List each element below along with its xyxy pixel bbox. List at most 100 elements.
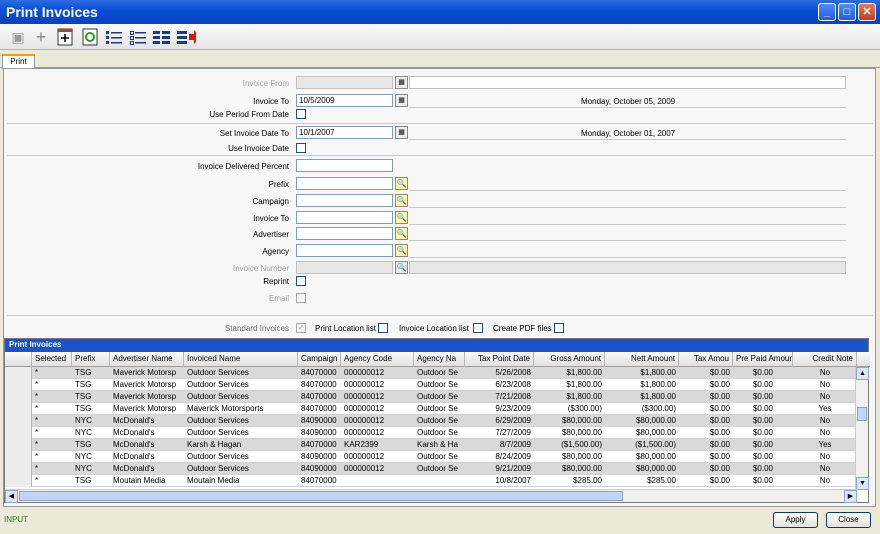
export-icon[interactable] [176,27,196,47]
table-row[interactable]: * TSG Maverick Motorsp Outdoor Services 8407… [5,379,857,391]
table-row[interactable]: * NYC McDonald's Outdoor Services 84090000 00… [5,451,857,463]
table-cell: 000000012 [344,464,385,473]
invoice-to-filter-field[interactable] [296,211,393,224]
table-cell: * [35,392,39,401]
row-header[interactable] [5,427,32,439]
table-cell: 000000012 [344,428,385,437]
calendar-icon[interactable]: ▦ [395,94,408,107]
table-row[interactable]: * NYC McDonald's Outdoor Services 84090000 00… [5,427,857,439]
table-row[interactable]: * TSG Maverick Motorsp Maverick Motorsports… [5,403,857,415]
new-document-icon[interactable] [55,27,75,47]
minimize-button[interactable]: _ [818,3,836,21]
search-icon[interactable]: 🔍 [395,211,408,224]
use-period-checkbox[interactable] [296,109,306,119]
search-icon: 🔍 [395,261,408,274]
columns-icon[interactable] [152,27,172,47]
create-pdf-checkbox[interactable] [554,323,564,333]
row-header[interactable] [5,439,32,451]
table-row[interactable]: * TSG Maverick Motorsp Outdoor Services 8407… [5,367,857,379]
list-outline-icon[interactable] [128,27,148,47]
use-invoice-date-checkbox[interactable] [296,143,306,153]
calendar-icon[interactable]: ▦ [395,76,408,89]
table-cell: * [35,380,39,389]
column-header[interactable]: Campaign [298,352,341,367]
column-header[interactable]: Nett Amount [605,352,679,367]
table-cell: 000000012 [344,392,385,401]
row-header[interactable] [5,463,32,475]
close-window-button[interactable]: ✕ [858,3,876,21]
set-invoice-date-field[interactable]: 10/1/2007 [296,126,393,139]
search-icon[interactable]: 🔍 [395,227,408,240]
table-row[interactable]: * NYC McDonald's Outdoor Services 84090000 00… [5,463,857,475]
table-row[interactable]: * TSG McDonald's Karsh & Hagan 84070000 KAR23… [5,439,857,451]
scroll-thumb[interactable] [19,491,623,501]
table-cell: No [819,428,831,437]
scroll-left-icon[interactable]: ◀ [5,490,18,503]
prefix-field[interactable] [296,177,393,190]
invoice-to-field[interactable]: 10/5/2009 [296,94,393,107]
tab-strip: Print [0,50,880,69]
row-header[interactable] [5,379,32,391]
column-header[interactable]: Pre Paid Amount [733,352,793,367]
invoice-number-field [296,261,393,274]
column-header[interactable]: Credit Note [793,352,857,367]
horizontal-scrollbar[interactable]: ◀ ▶ [5,489,857,503]
column-header[interactable]: Tax Point Date [465,352,534,367]
table-cell: $0.00 [752,368,774,377]
select-icon[interactable]: ▣ [8,27,28,47]
row-header[interactable] [5,415,32,427]
apply-button[interactable]: Apply [773,512,818,528]
divider [409,257,846,258]
search-icon[interactable]: 🔍 [395,194,408,207]
campaign-field[interactable] [296,194,393,207]
table-cell: 6/23/2008 [495,380,531,389]
search-icon[interactable]: 🔍 [395,177,408,190]
vertical-scrollbar[interactable]: ▲ ▼ [855,367,869,490]
scroll-thumb[interactable] [857,407,867,421]
calendar-icon[interactable]: ▦ [395,126,408,139]
table-cell: No [819,368,831,377]
refresh-icon[interactable] [80,27,100,47]
row-header[interactable] [5,391,32,403]
print-location-checkbox[interactable] [378,323,388,333]
table-cell: $0.00 [709,392,730,401]
column-header[interactable]: Selected [32,352,72,367]
search-icon[interactable]: 🔍 [395,244,408,257]
table-row[interactable]: * TSG Maverick Motorsp Outdoor Services 8407… [5,391,857,403]
add-icon[interactable]: + [31,27,51,47]
table-cell: Yes [818,440,832,449]
row-header[interactable] [5,451,32,463]
invoice-location-checkbox[interactable] [473,323,483,333]
advertiser-field[interactable] [296,227,393,240]
agency-field[interactable] [296,244,393,257]
column-header[interactable]: Prefix [72,352,110,367]
delivered-percent-field[interactable] [296,159,393,172]
row-header[interactable] [5,475,32,487]
row-header[interactable] [5,367,32,379]
table-cell: 84070000 [301,368,337,377]
column-header[interactable]: Invoiced Name [184,352,298,367]
scroll-right-icon[interactable]: ▶ [844,490,857,503]
column-header[interactable]: Agency Na [414,352,465,367]
table-cell: 8/7/2009 [499,440,531,449]
divider [409,190,846,191]
row-header[interactable] [5,403,32,415]
close-button[interactable]: Close [826,512,871,528]
table-row[interactable]: * TSG Moutain Media Moutain Media 84070000 10… [5,475,857,487]
list-icon[interactable] [104,27,124,47]
table-cell: 7/27/2009 [495,428,531,437]
tab-print[interactable]: Print [2,54,35,69]
reprint-checkbox[interactable] [296,276,306,286]
column-header[interactable]: Tax Amou [679,352,733,367]
column-header[interactable]: Advertiser Name [110,352,184,367]
maximize-button[interactable]: □ [838,3,856,21]
scroll-down-icon[interactable]: ▼ [856,477,869,490]
table-row[interactable]: * NYC McDonald's Outdoor Services 84090000 00… [5,415,857,427]
window-title-bar: Print Invoices _ □ ✕ [0,0,880,24]
column-header[interactable]: Gross Amount [534,352,605,367]
invoice-from-field [296,76,393,89]
table-cell: 000000012 [344,452,385,461]
scroll-up-icon[interactable]: ▲ [856,367,869,380]
table-cell: ($1,500.00) [635,440,676,449]
column-header[interactable]: Agency Code [341,352,414,367]
